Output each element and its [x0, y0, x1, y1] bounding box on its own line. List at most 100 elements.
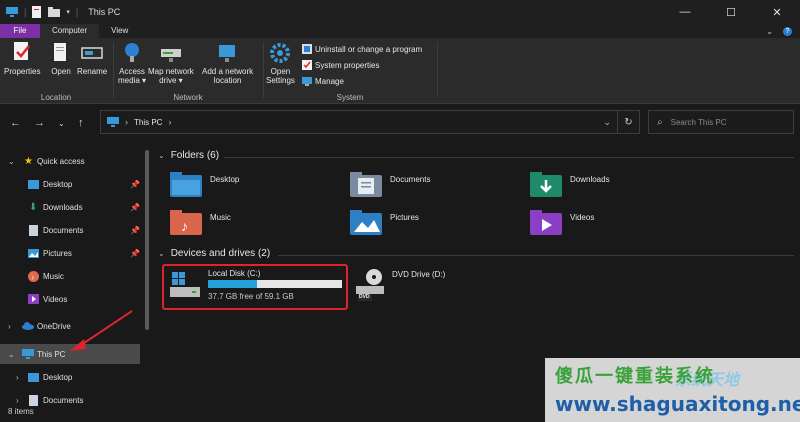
search-input[interactable]: Search This PC — [671, 118, 727, 127]
section-divider — [278, 255, 794, 256]
folders-section-header[interactable]: ⌄ Folders (6) — [158, 150, 219, 161]
tab-file[interactable]: File — [0, 24, 40, 38]
cloud-icon — [22, 322, 34, 330]
folder-desktop[interactable]: Desktop — [170, 172, 239, 198]
ribbon-group-system: Open Settings Uninstall or change a prog… — [264, 38, 436, 104]
sidebar-item-music[interactable]: ♪ Music — [0, 266, 145, 286]
sidebar-item-this-pc-desktop[interactable]: › Desktop — [0, 367, 145, 387]
new-folder-quick-icon[interactable] — [48, 7, 61, 17]
devices-section-header[interactable]: ⌄ Devices and drives (2) — [158, 248, 270, 259]
breadcrumb-this-pc[interactable]: This PC — [134, 118, 162, 127]
videos-icon — [28, 294, 39, 304]
sidebar-item-pictures[interactable]: Pictures 📌 — [0, 243, 145, 263]
access-media-icon — [121, 42, 143, 64]
chevron-down-icon[interactable]: ⌄ — [158, 151, 165, 160]
network-location-icon — [217, 42, 239, 64]
rename-icon — [81, 42, 103, 64]
drive-dvd-d[interactable]: DVD DVD Drive (D:) — [352, 266, 492, 306]
breadcrumb-separator[interactable]: › — [168, 117, 171, 127]
open-settings-button[interactable]: Open Settings — [266, 42, 295, 85]
address-bar[interactable]: › This PC › ⌄ ↻ — [100, 110, 640, 134]
access-media-button[interactable]: Access media ▾ — [118, 42, 146, 85]
chevron-right-icon[interactable]: › — [16, 396, 19, 405]
this-pc-icon — [22, 349, 34, 359]
folder-pictures[interactable]: Pictures — [350, 210, 419, 236]
open-button[interactable]: Open — [50, 42, 72, 76]
properties-quick-icon[interactable] — [32, 6, 42, 18]
tab-view[interactable]: View — [99, 24, 140, 38]
folder-music[interactable]: ♪ Music — [170, 210, 231, 236]
search-box[interactable]: ⌕ Search This PC — [648, 110, 794, 134]
chevron-down-icon[interactable]: ⌄ — [8, 157, 15, 166]
pin-icon[interactable]: 📌 — [130, 226, 140, 235]
maximize-button[interactable]: ☐ — [708, 0, 754, 24]
section-divider — [224, 157, 794, 158]
quick-access-dropdown-icon[interactable]: ▾ — [66, 8, 70, 16]
network-drive-icon — [160, 42, 182, 64]
chevron-down-icon[interactable]: ⌄ — [158, 249, 165, 258]
forward-arrow-icon[interactable]: → — [34, 117, 45, 129]
ribbon-expand-icon[interactable]: ⌄ — [766, 27, 773, 36]
uninstall-icon — [302, 44, 312, 54]
refresh-icon[interactable]: ↻ — [617, 111, 639, 133]
music-icon: ♪ — [28, 270, 39, 282]
close-button[interactable]: ✕ — [754, 0, 800, 24]
map-network-drive-button[interactable]: Map network drive ▾ — [148, 42, 194, 85]
breadcrumb-separator[interactable]: › — [125, 117, 128, 127]
system-properties-icon — [302, 60, 312, 70]
drive-usage-bar — [208, 280, 342, 288]
back-arrow-icon[interactable]: ← — [10, 117, 21, 129]
windows-drive-icon — [170, 272, 200, 297]
sidebar-item-desktop[interactable]: Desktop 📌 — [0, 174, 145, 194]
this-pc-icon — [6, 7, 18, 17]
sidebar-item-downloads[interactable]: ⬇ Downloads 📌 — [0, 197, 145, 217]
download-arrow-icon: ⬇ — [29, 201, 38, 213]
sidebar-scrollbar[interactable] — [145, 150, 149, 330]
folder-downloads[interactable]: Downloads — [530, 172, 610, 198]
chevron-right-icon[interactable]: › — [16, 373, 19, 382]
svg-text:♪: ♪ — [31, 274, 35, 281]
group-divider — [437, 42, 438, 98]
uninstall-program-button[interactable]: Uninstall or change a program — [302, 44, 422, 54]
properties-button[interactable]: Properties — [4, 42, 40, 76]
ribbon-tab-bar: File Computer View ⌄ ? — [0, 24, 800, 38]
up-arrow-icon[interactable]: ↑ — [78, 117, 84, 129]
separator: | — [75, 7, 79, 17]
system-properties-button[interactable]: System properties — [302, 60, 379, 70]
folder-documents[interactable]: Documents — [350, 172, 430, 198]
documents-folder-icon — [350, 172, 382, 197]
help-icon[interactable]: ? — [783, 26, 792, 36]
desktop-folder-icon — [170, 172, 202, 197]
drive-usage-fill — [208, 280, 257, 288]
sidebar-item-documents[interactable]: Documents 📌 — [0, 220, 145, 240]
properties-icon — [11, 42, 33, 64]
manage-icon — [302, 77, 312, 86]
downloads-folder-icon — [530, 172, 562, 197]
ribbon-group-location: Properties Open Rename Location — [0, 38, 112, 104]
videos-folder-icon — [530, 210, 562, 235]
sidebar-item-quick-access[interactable]: ⌄ ★ Quick access — [0, 151, 145, 171]
minimize-button[interactable]: — — [662, 0, 708, 24]
chevron-down-icon[interactable]: ⌄ — [8, 350, 15, 359]
music-folder-icon: ♪ — [170, 210, 202, 235]
manage-button[interactable]: Manage — [302, 76, 344, 86]
drive-local-disk-c[interactable]: Local Disk (C:) 37.7 GB free of 59.1 GB — [162, 264, 348, 310]
rename-button[interactable]: Rename — [77, 42, 107, 76]
pin-icon[interactable]: 📌 — [130, 203, 140, 212]
ribbon: Properties Open Rename Location Access m… — [0, 38, 800, 104]
address-dropdown-icon[interactable]: ⌄ — [603, 117, 611, 128]
watermark: 系统天地 傻瓜一键重装系统 www.shaguaxitong.net — [545, 358, 800, 422]
chevron-right-icon[interactable]: › — [8, 322, 11, 331]
tab-computer[interactable]: Computer — [40, 24, 100, 38]
pin-icon[interactable]: 📌 — [130, 180, 140, 189]
add-network-location-button[interactable]: Add a network location — [202, 42, 253, 85]
this-pc-icon — [107, 117, 119, 127]
search-icon: ⌕ — [657, 116, 663, 128]
pin-icon[interactable]: 📌 — [130, 249, 140, 258]
title-bar: | ▾ | This PC — ☐ ✕ — [0, 0, 800, 24]
folder-videos[interactable]: Videos — [530, 210, 594, 236]
open-icon — [50, 42, 72, 64]
item-count: 8 items — [8, 407, 34, 416]
recent-locations-chevron-icon[interactable]: ⌄ — [58, 119, 65, 128]
gear-icon — [269, 42, 291, 64]
